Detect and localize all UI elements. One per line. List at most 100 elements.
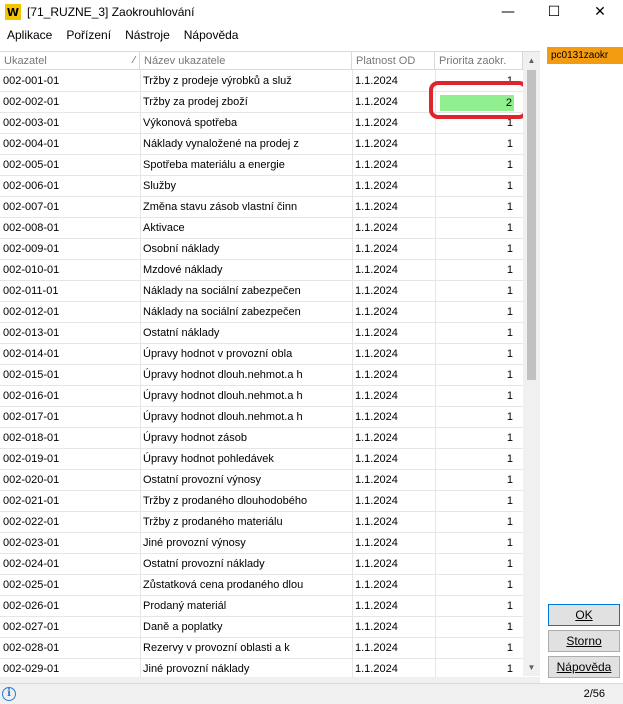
cell-code[interactable]: 002-018-01 [3, 428, 133, 449]
cell-date[interactable]: 1.1.2024 [355, 554, 435, 575]
cell-date[interactable]: 1.1.2024 [355, 197, 435, 218]
table-row[interactable]: 002-007-01 Změna stavu zásob vlastní činn… [0, 197, 523, 218]
cell-name[interactable]: Úpravy hodnot zásob [143, 428, 348, 449]
column-header-ukazatel[interactable]: Ukazatel ⁄ [0, 52, 140, 70]
table-row[interactable]: 002-028-01 Rezervy v provozní oblasti a k… [0, 638, 523, 659]
cell-date[interactable]: 1.1.2024 [355, 638, 435, 659]
cell-name[interactable]: Tržby z prodaného materiálu [143, 512, 348, 533]
cell-priority[interactable]: 1 [437, 197, 513, 218]
cell-priority[interactable]: 1 [437, 323, 513, 344]
menu-nastroje[interactable]: Nástroje [118, 28, 177, 42]
cell-priority[interactable]: 1 [437, 575, 513, 596]
menu-aplikace[interactable]: Aplikace [0, 28, 59, 42]
cell-date[interactable]: 1.1.2024 [355, 449, 435, 470]
cell-name[interactable]: Mzdové náklady [143, 260, 348, 281]
cell-date[interactable]: 1.1.2024 [355, 302, 435, 323]
cell-name[interactable]: Tržby za prodej zboží [143, 92, 348, 113]
table-row[interactable]: 002-024-01 Ostatní provozní náklady 1.1.20… [0, 554, 523, 575]
cell-priority[interactable]: 1 [437, 512, 513, 533]
cell-name[interactable]: Ostatní provozní náklady [143, 554, 348, 575]
column-header-nazev[interactable]: Název ukazatele [140, 52, 352, 70]
cell-date[interactable]: 1.1.2024 [355, 134, 435, 155]
table-row[interactable]: 002-005-01 Spotřeba materiálu a energie 1.… [0, 155, 523, 176]
cell-code[interactable]: 002-012-01 [3, 302, 133, 323]
menu-porizeni[interactable]: Pořízení [59, 28, 118, 42]
cell-code[interactable]: 002-020-01 [3, 470, 133, 491]
cell-code[interactable]: 002-005-01 [3, 155, 133, 176]
cell-name[interactable]: Tržby z prodaného dlouhodobého [143, 491, 348, 512]
cell-name[interactable]: Náklady na sociální zabezpečen [143, 302, 348, 323]
cell-priority[interactable]: 1 [437, 239, 513, 260]
cell-name[interactable]: Úpravy hodnot v provozní obla [143, 344, 348, 365]
cell-code[interactable]: 002-001-01 [3, 71, 133, 92]
cell-name[interactable]: Úpravy hodnot pohledávek [143, 449, 348, 470]
cell-code[interactable]: 002-003-01 [3, 113, 133, 134]
cell-priority[interactable]: 1 [437, 365, 513, 386]
cell-name[interactable]: Výkonová spotřeba [143, 113, 348, 134]
column-header-priorita[interactable]: Priorita zaokr. [435, 52, 523, 70]
table-row[interactable]: 002-025-01 Zůstatková cena prodaného dlou… [0, 575, 523, 596]
cell-date[interactable]: 1.1.2024 [355, 365, 435, 386]
storno-button[interactable]: Storno [548, 630, 620, 652]
cell-code[interactable]: 002-017-01 [3, 407, 133, 428]
table-row[interactable]: 002-027-01 Daně a poplatky 1.1.2024 1 [0, 617, 523, 638]
cell-date[interactable]: 1.1.2024 [355, 323, 435, 344]
cell-code[interactable]: 002-010-01 [3, 260, 133, 281]
cell-priority[interactable]: 1 [437, 134, 513, 155]
cell-code[interactable]: 002-006-01 [3, 176, 133, 197]
cell-code[interactable]: 002-022-01 [3, 512, 133, 533]
cell-code[interactable]: 002-023-01 [3, 533, 133, 554]
cell-date[interactable]: 1.1.2024 [355, 533, 435, 554]
cell-name[interactable]: Ostatní náklady [143, 323, 348, 344]
cell-priority[interactable]: 1 [437, 176, 513, 197]
cell-code[interactable]: 002-002-01 [3, 92, 133, 113]
cell-priority[interactable]: 1 [437, 659, 513, 677]
table-row[interactable]: 002-023-01 Jiné provozní výnosy 1.1.2024 1 [0, 533, 523, 554]
table-row[interactable]: 002-004-01 Náklady vynaložené na prodej z… [0, 134, 523, 155]
cell-date[interactable]: 1.1.2024 [355, 428, 435, 449]
cell-name[interactable]: Zůstatková cena prodaného dlou [143, 575, 348, 596]
table-row[interactable]: 002-012-01 Náklady na sociální zabezpečen… [0, 302, 523, 323]
cell-priority[interactable]: 1 [437, 344, 513, 365]
cell-date[interactable]: 1.1.2024 [355, 155, 435, 176]
cell-name[interactable]: Tržby z prodeje výrobků a služ [143, 71, 348, 92]
cell-code[interactable]: 002-024-01 [3, 554, 133, 575]
cell-code[interactable]: 002-027-01 [3, 617, 133, 638]
vertical-scrollbar[interactable]: ▲ ▼ [523, 52, 540, 676]
table-row[interactable]: 002-026-01 Prodaný materiál 1.1.2024 1 [0, 596, 523, 617]
cell-date[interactable]: 1.1.2024 [355, 113, 435, 134]
table-row[interactable]: 002-019-01 Úpravy hodnot pohledávek 1.1.20… [0, 449, 523, 470]
cell-name[interactable]: Daně a poplatky [143, 617, 348, 638]
cell-name[interactable]: Úpravy hodnot dlouh.nehmot.a h [143, 365, 348, 386]
scrollbar-thumb[interactable] [527, 70, 536, 380]
cell-priority[interactable]: 1 [437, 218, 513, 239]
table-row[interactable]: 002-015-01 Úpravy hodnot dlouh.nehmot.a h… [0, 365, 523, 386]
table-row[interactable]: 002-029-01 Jiné provozní náklady 1.1.2024 1 [0, 659, 523, 677]
cell-priority[interactable]: 1 [437, 617, 513, 638]
cell-date[interactable]: 1.1.2024 [355, 92, 435, 113]
cell-date[interactable]: 1.1.2024 [355, 176, 435, 197]
cell-priority[interactable]: 1 [437, 638, 513, 659]
table-row[interactable]: 002-011-01 Náklady na sociální zabezpečen… [0, 281, 523, 302]
cell-date[interactable]: 1.1.2024 [355, 659, 435, 677]
table-row[interactable]: 002-022-01 Tržby z prodaného materiálu 1.1… [0, 512, 523, 533]
cell-priority[interactable]: 1 [437, 386, 513, 407]
minimize-button[interactable]: — [485, 0, 531, 24]
column-header-platnost[interactable]: Platnost OD [352, 52, 435, 70]
cell-date[interactable]: 1.1.2024 [355, 575, 435, 596]
maximize-button[interactable]: ☐ [531, 0, 577, 24]
cell-priority[interactable]: 1 [437, 407, 513, 428]
cell-date[interactable]: 1.1.2024 [355, 218, 435, 239]
table-row[interactable]: 002-013-01 Ostatní náklady 1.1.2024 1 [0, 323, 523, 344]
cell-date[interactable]: 1.1.2024 [355, 407, 435, 428]
cell-date[interactable]: 1.1.2024 [355, 617, 435, 638]
table-row[interactable]: 002-021-01 Tržby z prodaného dlouhodobého… [0, 491, 523, 512]
table-row[interactable]: 002-014-01 Úpravy hodnot v provozní obla 1… [0, 344, 523, 365]
cell-priority[interactable]: 1 [437, 302, 513, 323]
cell-name[interactable]: Prodaný materiál [143, 596, 348, 617]
cell-priority[interactable]: 1 [437, 470, 513, 491]
menu-napoveda[interactable]: Nápověda [177, 28, 246, 42]
cell-code[interactable]: 002-008-01 [3, 218, 133, 239]
cell-name[interactable]: Náklady na sociální zabezpečen [143, 281, 348, 302]
cell-code[interactable]: 002-004-01 [3, 134, 133, 155]
